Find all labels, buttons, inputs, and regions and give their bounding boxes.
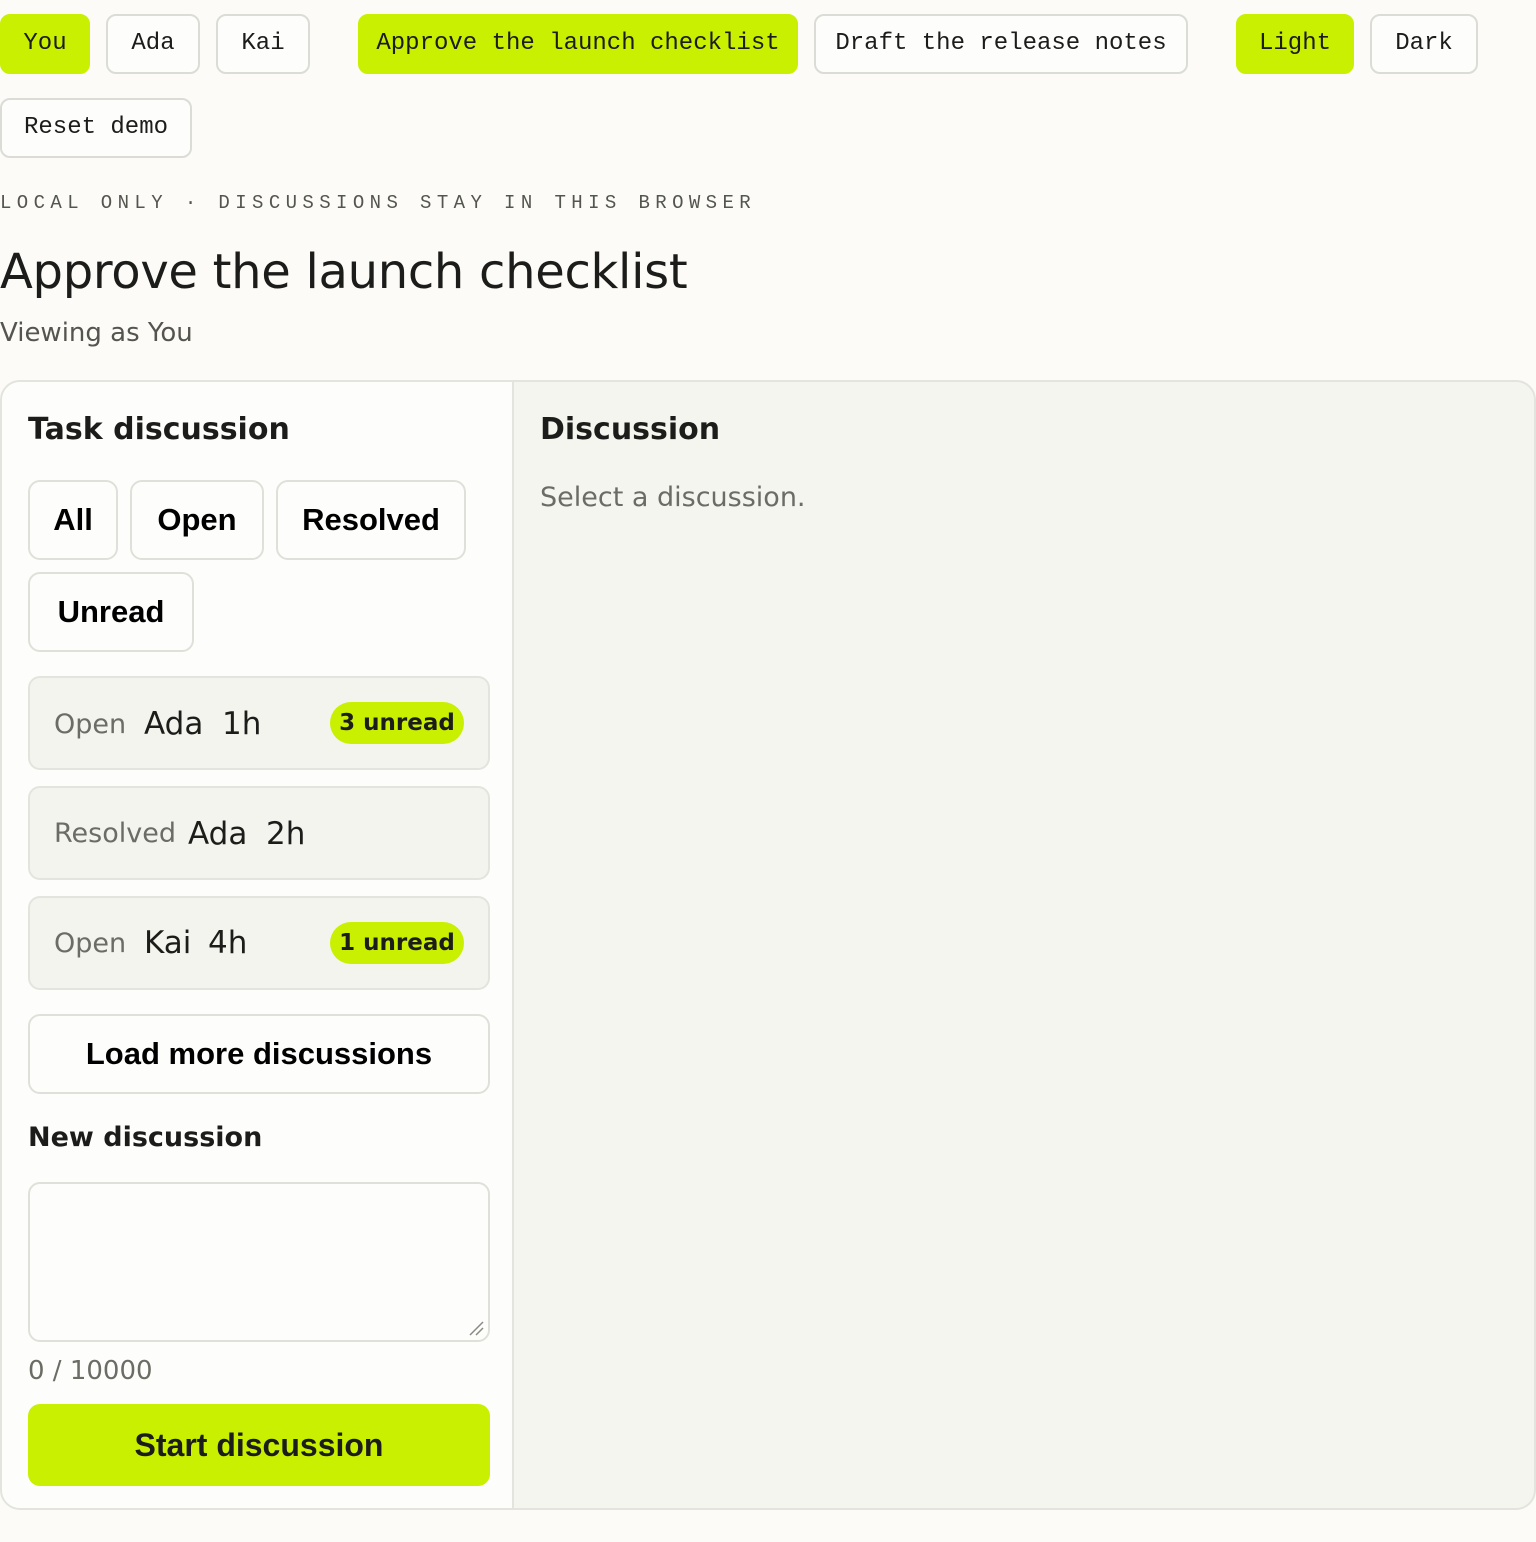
- user-button-kai[interactable]: Kai: [216, 14, 310, 74]
- discussion-age: 1h: [222, 706, 262, 742]
- discussion-status: Open: [54, 928, 127, 959]
- task-button-launch-checklist[interactable]: Approve the launch checklist: [358, 14, 798, 74]
- filter-all[interactable]: All: [28, 480, 118, 560]
- task-button-release-notes[interactable]: Draft the release notes: [814, 14, 1188, 74]
- page-title: Approve the launch checklist: [0, 244, 688, 300]
- filter-resolved[interactable]: Resolved: [276, 480, 466, 560]
- new-discussion-label: New discussion: [28, 1122, 263, 1153]
- discussion-item[interactable]: Resolved Ada 2h: [28, 786, 490, 880]
- discussion-age: 2h: [266, 816, 306, 852]
- discussion-panel: Task discussion All Open Resolved Unread…: [0, 380, 1536, 1510]
- discussion-author: Ada: [188, 816, 248, 852]
- discussion-detail-pane: Discussion Select a discussion.: [514, 382, 1534, 1508]
- discussion-age: 4h: [208, 925, 248, 961]
- reset-demo-button[interactable]: Reset demo: [0, 98, 192, 158]
- discussion-author: Kai: [144, 925, 192, 961]
- filter-unread[interactable]: Unread: [28, 572, 194, 652]
- task-discussion-heading: Task discussion: [28, 412, 290, 447]
- viewing-as-label: Viewing as You: [0, 318, 193, 348]
- user-button-you[interactable]: You: [0, 14, 90, 74]
- discussion-item[interactable]: Open Kai 4h 1 unread: [28, 896, 490, 990]
- start-discussion-button[interactable]: Start discussion: [28, 1404, 490, 1486]
- filter-open[interactable]: Open: [130, 480, 264, 560]
- discussion-status: Resolved: [54, 818, 176, 849]
- local-only-notice: LOCAL ONLY · DISCUSSIONS STAY IN THIS BR…: [0, 192, 757, 214]
- load-more-button[interactable]: Load more discussions: [28, 1014, 490, 1094]
- discussion-author: Ada: [144, 706, 204, 742]
- character-counter: 0 / 10000: [28, 1356, 153, 1386]
- discussion-list-pane: Task discussion All Open Resolved Unread…: [2, 382, 514, 1508]
- theme-button-dark[interactable]: Dark: [1370, 14, 1478, 74]
- resize-grip-icon[interactable]: [468, 1320, 484, 1336]
- discussion-heading: Discussion: [540, 412, 721, 447]
- discussion-item[interactable]: Open Ada 1h 3 unread: [28, 676, 490, 770]
- user-button-ada[interactable]: Ada: [106, 14, 200, 74]
- new-discussion-input[interactable]: [28, 1182, 490, 1342]
- theme-button-light[interactable]: Light: [1236, 14, 1354, 74]
- empty-state-message: Select a discussion.: [540, 482, 806, 513]
- unread-badge: 1 unread: [330, 922, 464, 964]
- unread-badge: 3 unread: [330, 702, 464, 744]
- discussion-status: Open: [54, 709, 127, 740]
